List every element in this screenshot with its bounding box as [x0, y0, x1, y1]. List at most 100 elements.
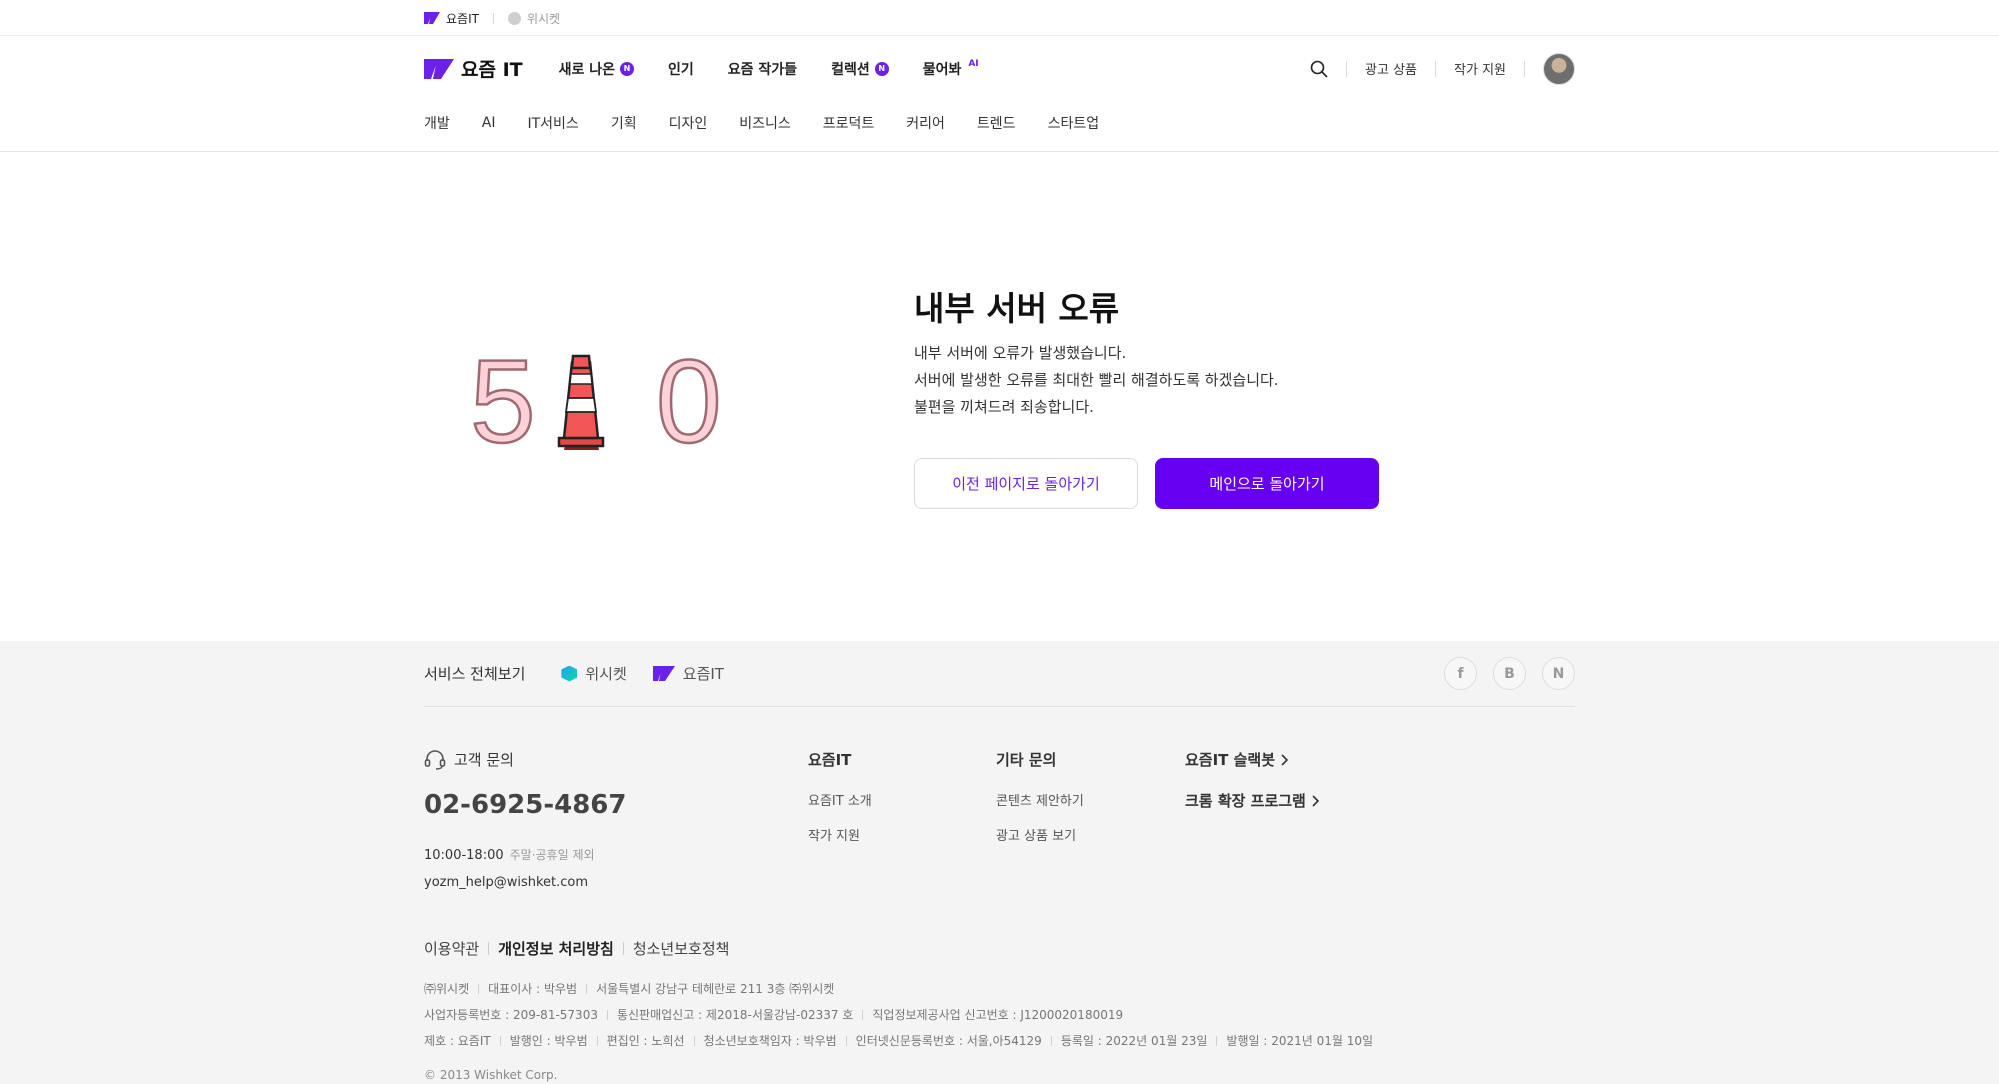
- category-nav: 개발 AI IT서비스 기획 디자인 비즈니스 프로덕트 커리어 트렌드 스타트…: [424, 101, 1575, 145]
- blog-icon[interactable]: B: [1493, 657, 1526, 690]
- ad-products-footer-link[interactable]: 광고 상품 보기: [996, 825, 1084, 844]
- divider: [606, 1009, 608, 1020]
- avatar[interactable]: [1543, 52, 1575, 85]
- yozmit-logo-icon: [652, 666, 675, 681]
- divider: [693, 1035, 695, 1046]
- writer-apply-link[interactable]: 작가 지원: [1454, 59, 1506, 78]
- support-phone: 02-6925-4867: [424, 790, 627, 820]
- info-item: 대표이사 : 박우범: [488, 982, 578, 996]
- naver-icon[interactable]: N: [1542, 657, 1575, 690]
- nav-ask-label: 물어봐: [922, 61, 962, 78]
- nav-writers[interactable]: 요즘 작가들: [728, 59, 797, 79]
- nav-popular[interactable]: 인기: [668, 59, 694, 79]
- divider: [1216, 1035, 1218, 1046]
- category-product[interactable]: 프로덕트: [823, 113, 875, 133]
- traffic-cone-icon: [557, 354, 605, 450]
- nav-new[interactable]: 새로 나온 N: [559, 59, 635, 79]
- divider: [622, 942, 624, 955]
- category-dev[interactable]: 개발: [424, 113, 450, 133]
- info-item: 통신판매업신고 : 제2018-서울강남-02337 호: [616, 1008, 854, 1022]
- writer-apply-footer-link[interactable]: 작가 지원: [808, 825, 872, 844]
- social-links: f B N: [1444, 657, 1575, 690]
- new-badge: N: [874, 61, 889, 76]
- info-item: 발행일 : 2021년 01월 10일: [1226, 1034, 1374, 1048]
- wishket-logo-icon: [561, 665, 578, 682]
- content-suggest-link[interactable]: 콘텐츠 제안하기: [996, 790, 1084, 809]
- divider: [478, 983, 480, 994]
- category-business[interactable]: 비즈니스: [739, 113, 791, 133]
- service-wishket[interactable]: 위시켓: [507, 10, 561, 27]
- header-divider: [0, 151, 1999, 152]
- slackbot-link[interactable]: 요즘IT 슬랙봇: [1185, 749, 1320, 770]
- customer-support-label: 고객 문의: [454, 751, 514, 769]
- info-item: 인터넷신문등록번호 : 서울,아54129: [855, 1034, 1042, 1048]
- chevron-right-icon: [1281, 753, 1289, 766]
- go-main-button[interactable]: 메인으로 돌아가기: [1155, 458, 1379, 509]
- error-line: 불편을 끼쳐드려 죄송합니다.: [914, 398, 1094, 416]
- divider: [492, 12, 494, 24]
- footer-yozmit-label: 요즘IT: [682, 665, 724, 683]
- company-info-row: 사업자등록번호 : 209-81-57303 통신판매업신고 : 제2018-서…: [424, 1006, 1123, 1023]
- yozmit-logo-icon: [424, 58, 454, 79]
- info-item: 서울특별시 강남구 테헤란로 211 3층 ㈜위시켓: [596, 982, 835, 996]
- brand-logo[interactable]: 요즘 IT: [424, 55, 523, 82]
- company-info-row: 제호 : 요즘IT 발행인 : 박우범 편집인 : 노희선 청소년보호책임자 :…: [424, 1032, 1373, 1049]
- footer-col-title: 요즘IT: [808, 751, 852, 769]
- go-back-button[interactable]: 이전 페이지로 돌아가기: [914, 458, 1138, 509]
- divider: [499, 1035, 501, 1046]
- category-startup[interactable]: 스타트업: [1048, 113, 1100, 133]
- error-line: 서버에 발생한 오류를 최대한 빨리 해결하도록 하겠습니다.: [914, 371, 1279, 389]
- nav-collection-label: 컬렉션: [831, 61, 870, 78]
- footer-wishket-link[interactable]: 위시켓: [561, 663, 627, 684]
- divider: [1050, 1035, 1052, 1046]
- ai-tag: AI: [968, 58, 979, 69]
- nav-ask[interactable]: 물어봐 AI: [923, 59, 979, 79]
- error-title: 내부 서버 오류: [914, 289, 1120, 328]
- chrome-extension-label: 크롬 확장 프로그램: [1185, 792, 1306, 810]
- footer-col-title: 기타 문의: [996, 751, 1057, 769]
- about-link[interactable]: 요즘IT 소개: [808, 790, 872, 809]
- terms-link[interactable]: 이용약관: [424, 938, 479, 959]
- policy-links: 이용약관 개인정보 처리방침 청소년보호정책: [424, 938, 729, 959]
- search-icon[interactable]: [1310, 60, 1328, 78]
- category-design[interactable]: 디자인: [669, 113, 708, 133]
- category-planning[interactable]: 기획: [611, 113, 637, 133]
- chevron-right-icon: [1312, 794, 1319, 807]
- service-yozmit[interactable]: 요즘IT: [424, 10, 479, 27]
- customer-support-title: 고객 문의: [424, 749, 514, 770]
- info-item: 발행인 : 박우범: [509, 1034, 588, 1048]
- category-trend[interactable]: 트렌드: [977, 113, 1016, 133]
- hours-note: 주말·공휴일 제외: [509, 848, 595, 862]
- all-services-link[interactable]: 서비스 전체보기: [424, 663, 525, 684]
- slackbot-label: 요즘IT 슬랙봇: [1185, 751, 1276, 769]
- youth-policy-link[interactable]: 청소년보호정책: [633, 938, 730, 959]
- footer-yozmit-link[interactable]: 요즘IT: [652, 663, 724, 684]
- nav-collection[interactable]: 컬렉션 N: [831, 59, 889, 79]
- footer-col-yozmit: 요즘IT 요즘IT 소개 작가 지원: [808, 749, 872, 860]
- divider: [845, 1035, 847, 1046]
- nav-writers-label: 요즘 작가들: [727, 61, 798, 78]
- category-career[interactable]: 커리어: [906, 113, 945, 133]
- chrome-extension-link[interactable]: 크롬 확장 프로그램: [1185, 790, 1320, 811]
- info-item: 편집인 : 노희선: [606, 1034, 685, 1048]
- facebook-icon[interactable]: f: [1444, 657, 1477, 690]
- service-yozmit-label: 요즘IT: [446, 11, 479, 26]
- hours-value: 10:00-18:00: [424, 848, 504, 863]
- copyright: © 2013 Wishket Corp.: [424, 1068, 558, 1082]
- service-wishket-label: 위시켓: [526, 11, 561, 26]
- ad-products-link[interactable]: 광고 상품: [1365, 59, 1417, 78]
- headset-icon: [424, 749, 446, 770]
- info-item: ㈜위시켓: [424, 982, 470, 996]
- category-ai[interactable]: AI: [482, 115, 496, 131]
- divider: [862, 1009, 864, 1020]
- error-digit-left: 5: [470, 340, 536, 452]
- info-item: 등록일 : 2022년 01월 23일: [1060, 1034, 1208, 1048]
- yozmit-logo-icon: [424, 12, 440, 24]
- support-email[interactable]: yozm_help@wishket.com: [424, 875, 588, 890]
- service-bar: 요즘IT 위시켓: [0, 0, 1999, 36]
- main-header: 요즘 IT 새로 나온 N 인기 요즘 작가들 컬렉션 N 물어봐 AI 광고 …: [0, 36, 1999, 140]
- divider: [586, 983, 588, 994]
- category-itservice[interactable]: IT서비스: [527, 113, 578, 133]
- privacy-link[interactable]: 개인정보 처리방침: [498, 938, 614, 959]
- company-info-row: ㈜위시켓 대표이사 : 박우범 서울특별시 강남구 테헤란로 211 3층 ㈜위…: [424, 980, 834, 997]
